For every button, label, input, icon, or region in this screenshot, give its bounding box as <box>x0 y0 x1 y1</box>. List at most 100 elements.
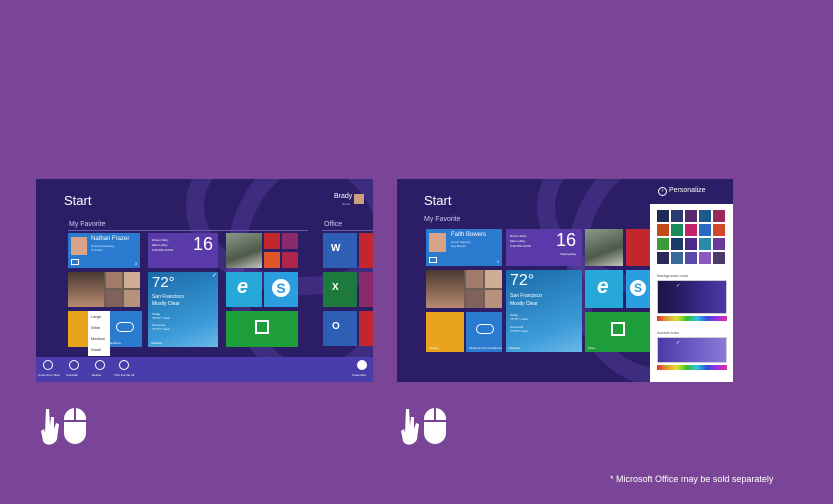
photos-label: Photos <box>429 346 439 350</box>
pattern-swatch[interactable] <box>671 210 683 222</box>
app-bar: Unpin from Start Uninstall Resize Turn l… <box>36 357 373 382</box>
ie-tile[interactable]: e <box>585 270 623 308</box>
office-tile[interactable] <box>359 233 373 268</box>
app-bar-label: Uninstall <box>66 373 78 377</box>
pattern-swatch[interactable] <box>713 238 725 250</box>
games-tile[interactable] <box>264 252 280 268</box>
accent-hue-slider[interactable] <box>657 365 727 370</box>
group-label-favorite: My Favorite <box>424 216 461 223</box>
avatar[interactable] <box>354 194 364 204</box>
calendar-date: 16 <box>555 230 576 250</box>
menu-item-wide[interactable]: Wide <box>91 325 100 330</box>
personalize-title: Personalize <box>669 187 706 194</box>
user-name[interactable]: Brady <box>334 193 352 200</box>
outlook-tile[interactable]: O <box>323 311 357 346</box>
pattern-swatch[interactable] <box>657 252 669 264</box>
back-icon[interactable]: ‹ <box>658 187 667 196</box>
photo <box>124 290 140 307</box>
store-tile[interactable] <box>226 311 298 347</box>
weather-label: Weather <box>509 346 521 350</box>
pattern-swatch[interactable] <box>713 224 725 236</box>
calendar-tile[interactable]: Dinner Party Main Lobby 6:30 PM-10 PM 16… <box>506 229 582 266</box>
weather-tile[interactable]: 72° San Francisco Mostly Clear Today 75°… <box>148 272 218 347</box>
pattern-swatch[interactable] <box>671 252 683 264</box>
start-title: Start <box>64 193 92 208</box>
people-photos-tile[interactable] <box>68 272 140 307</box>
camera-tile[interactable] <box>282 252 298 268</box>
personalize-header: ‹ Personalize <box>650 179 733 204</box>
photos-tile[interactable] <box>585 229 623 266</box>
check-icon: ✓ <box>676 340 681 346</box>
skype-tile[interactable]: S <box>264 272 298 307</box>
resize-button[interactable]: Resize <box>92 360 112 380</box>
menu-item-medium[interactable]: Medium <box>91 336 105 341</box>
cal-line3: 6:30 PM-10 PM <box>510 244 531 248</box>
ie-tile[interactable]: e <box>226 272 262 307</box>
skydrive-label: SkyDrive <box>109 341 122 345</box>
people-photos-tile[interactable] <box>426 270 502 308</box>
live-tile-icon <box>119 360 129 370</box>
skype-tile[interactable]: S <box>626 270 650 308</box>
accent-color-picker[interactable]: ✓ <box>657 337 727 363</box>
skydrive-tile[interactable]: SkyDrive Pro (OneDrive) <box>466 312 502 352</box>
ie-icon: e <box>597 275 609 298</box>
customize-icon <box>357 360 367 370</box>
office-tile[interactable] <box>359 272 373 307</box>
pattern-swatch[interactable] <box>699 252 711 264</box>
photo <box>485 270 502 288</box>
cal-line1: Dinner Party <box>152 238 169 242</box>
excel-tile[interactable]: X <box>323 272 357 307</box>
unpin-button[interactable]: Unpin from Start <box>38 360 60 380</box>
people-tile[interactable]: Nathan Frazer Property Meeting I'll thnk… <box>68 233 140 268</box>
pattern-swatch[interactable] <box>657 210 669 222</box>
office-tile[interactable] <box>359 311 373 346</box>
pattern-swatch[interactable] <box>685 238 697 250</box>
excel-icon: X <box>332 282 339 293</box>
calendar-date: 16 <box>192 234 213 254</box>
calendar-tile[interactable]: Dinner Party Main Lobby 6:30 PM-10 PM 16 <box>148 233 218 268</box>
people-line2: I'll thnks! <box>91 248 103 252</box>
weather-cond: Mostly Clear <box>510 301 538 307</box>
mail-icon <box>71 259 79 265</box>
customize-button[interactable]: Customize <box>352 360 372 380</box>
video-tile[interactable] <box>264 233 280 249</box>
menu-item-small[interactable]: Small <box>91 347 101 352</box>
word-tile[interactable]: W <box>323 233 357 268</box>
music-tile[interactable] <box>282 233 298 249</box>
menu-item-large[interactable]: Large <box>91 314 101 319</box>
word-icon: W <box>331 243 341 254</box>
background-hue-slider[interactable] <box>657 316 727 321</box>
user-name-text: Brady <box>334 193 353 200</box>
people-tile[interactable]: Faith Bowers Lunch Meeting Hey Brady! 2 <box>426 229 502 266</box>
pattern-swatch[interactable] <box>657 238 669 250</box>
photos-tile[interactable] <box>226 233 262 268</box>
photo <box>426 270 464 308</box>
group-label-office: Office <box>324 221 343 228</box>
uninstall-button[interactable]: Uninstall <box>66 360 86 380</box>
pattern-swatch[interactable] <box>699 224 711 236</box>
pattern-swatch[interactable] <box>699 210 711 222</box>
tile-size-menu: Large Wide Medium Small <box>88 311 110 356</box>
cloud-icon <box>116 322 134 332</box>
weather-tile[interactable]: 72° San Francisco Mostly Clear Today 75°… <box>506 270 582 352</box>
pattern-swatch[interactable] <box>685 252 697 264</box>
pattern-swatch[interactable] <box>713 210 725 222</box>
background-color-picker[interactable]: ✓ <box>657 280 727 314</box>
people-count: 3 <box>134 261 137 266</box>
outlook-icon: O <box>332 321 340 332</box>
pattern-swatch[interactable] <box>671 238 683 250</box>
video-tile[interactable] <box>626 229 650 266</box>
pattern-swatch[interactable] <box>699 238 711 250</box>
pattern-swatch[interactable] <box>671 224 683 236</box>
pattern-swatch[interactable] <box>685 224 697 236</box>
store-tile[interactable]: Store <box>585 312 650 352</box>
pattern-swatch[interactable] <box>713 252 725 264</box>
skydrive-tile[interactable]: SkyDrive <box>106 311 142 347</box>
app-bar-label: Turn live tile off <box>114 373 135 377</box>
pattern-swatch[interactable] <box>685 210 697 222</box>
skype-icon: S <box>272 279 290 297</box>
live-tile-button[interactable]: Turn live tile off <box>114 360 140 380</box>
pattern-swatch[interactable] <box>657 224 669 236</box>
photos-small-tile[interactable]: Photos <box>426 312 464 352</box>
weather-tomorrow-range: 70°/54° Clear <box>152 327 170 331</box>
